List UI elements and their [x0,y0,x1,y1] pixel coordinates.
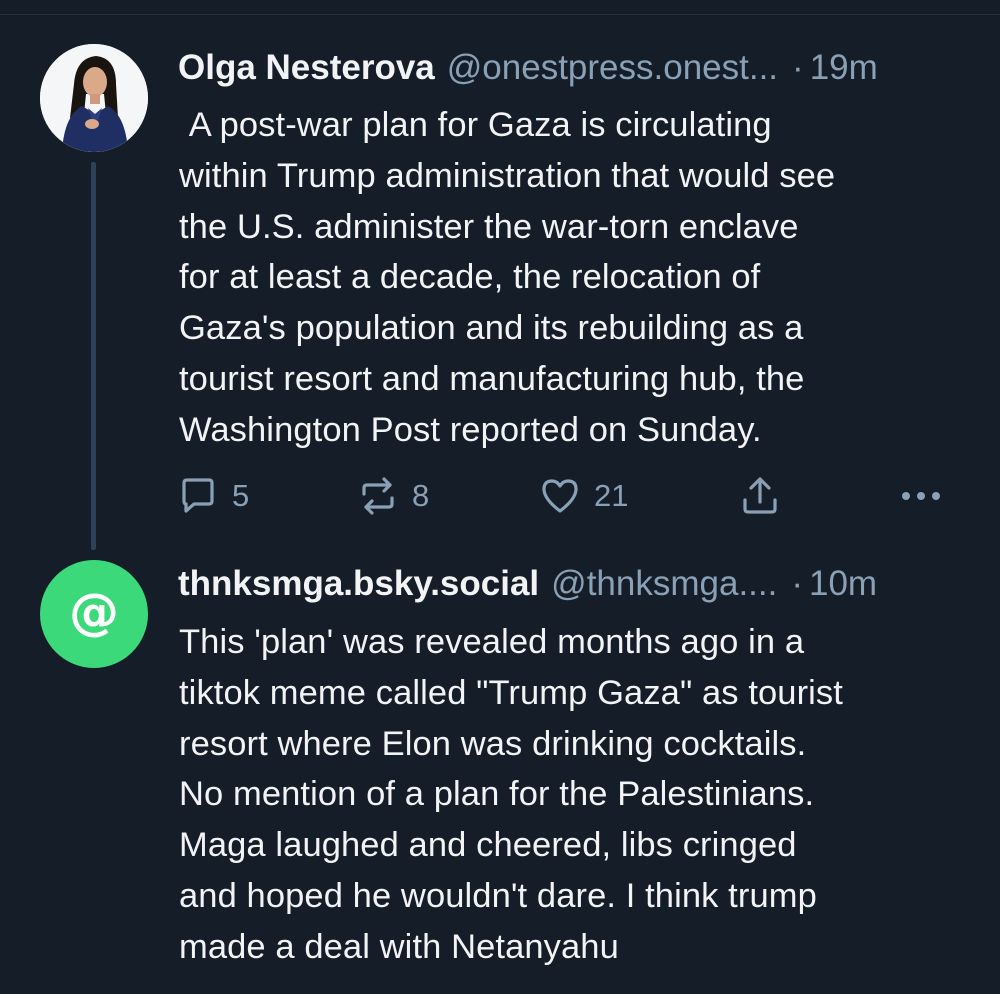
user-handle[interactable]: @onestpress.onest... [447,44,778,92]
timestamp[interactable]: 19m [810,44,878,92]
repost-icon [362,477,394,515]
user-handle[interactable]: @thnksmga.... [551,560,777,608]
display-name[interactable]: Olga Nesterova [178,44,435,92]
separator-dot: · [791,564,803,603]
profile-photo-icon [40,44,148,152]
thread-connector-line [91,162,96,550]
like-icon [542,479,578,513]
feed-top-divider [0,14,1000,15]
repost-count: 8 [412,478,430,513]
post-text: A post-war plan for Gaza is circulating … [179,106,836,449]
reply-icon [182,478,214,513]
more-options-button[interactable] [900,474,942,518]
post-header: Olga Nesterova @onestpress.onest... · 19… [178,44,958,92]
separator-dot: · [792,48,804,87]
avatar[interactable]: @ [40,560,148,668]
share-icon [743,477,777,514]
share-button[interactable] [741,474,779,518]
post-text: This 'plan' was revealed months ago in a… [179,623,843,966]
post-actions: 5 8 21 [178,474,958,518]
default-avatar-at-icon: @ [69,583,119,641]
repost-button[interactable]: 8 [358,474,429,518]
post-header: thnksmga.bsky.social @thnksmga.... · 10m [178,560,958,608]
display-name[interactable]: thnksmga.bsky.social [178,560,539,608]
timestamp[interactable]: 10m [809,560,877,608]
reply-button[interactable]: 5 [178,474,249,518]
like-count: 21 [594,478,629,513]
more-icon [902,492,940,500]
avatar[interactable] [40,44,148,152]
reply-count: 5 [232,478,250,513]
like-button[interactable]: 21 [540,474,628,518]
